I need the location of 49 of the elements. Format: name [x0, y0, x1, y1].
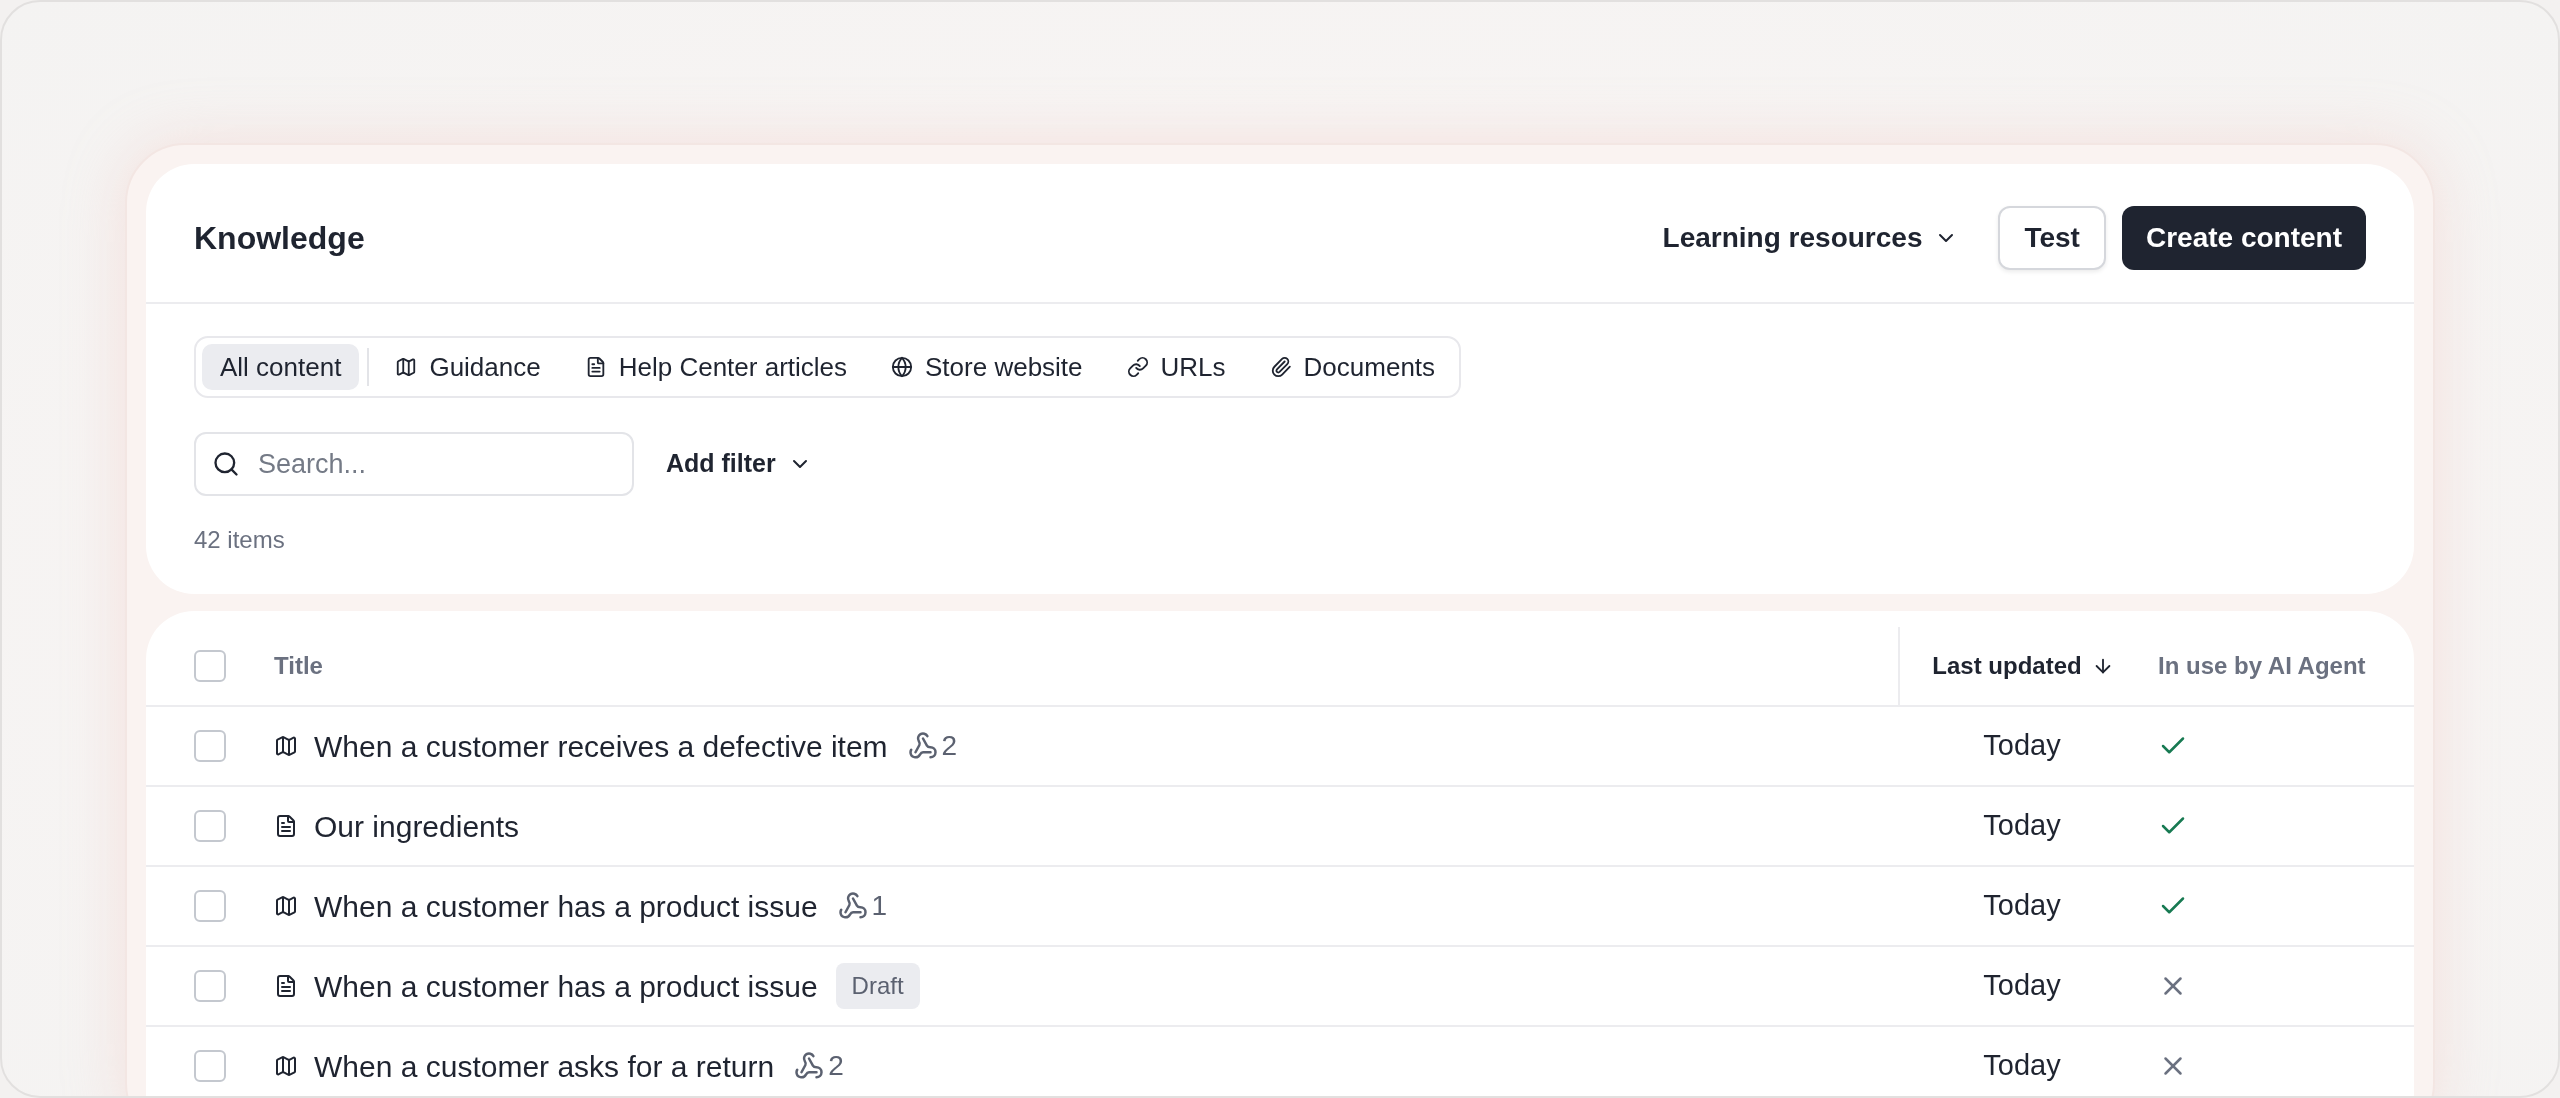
checkbox[interactable]: [194, 650, 226, 682]
updated-date: Today: [1983, 888, 2061, 924]
content-tab[interactable]: Store website: [873, 344, 1101, 390]
create-button[interactable]: Create content: [2121, 206, 2366, 270]
paperclip-icon: [1269, 356, 1292, 378]
document-icon: [274, 814, 298, 838]
updated-date: Today: [1983, 968, 2061, 1004]
checkbox[interactable]: [194, 1050, 226, 1082]
checkbox[interactable]: [194, 730, 226, 762]
map-icon: [274, 734, 298, 758]
resources-dropdown[interactable]: Learning resources: [1662, 217, 1959, 259]
webhook-icon: [794, 1051, 825, 1081]
row-title[interactable]: When a customer has a product issue: [314, 883, 818, 929]
globe-icon: [891, 356, 914, 378]
link-count: 2: [828, 1049, 844, 1083]
test-button[interactable]: Test: [1998, 206, 2106, 270]
document-icon: [274, 974, 298, 998]
status-badge: Draft: [835, 963, 920, 1009]
content-tab[interactable]: Documents: [1251, 344, 1454, 390]
map-icon: [274, 1054, 298, 1078]
row-title[interactable]: When a customer receives a defective item: [314, 723, 888, 769]
row-title[interactable]: When a customer asks for a return: [314, 1043, 775, 1089]
column-header[interactable]: Title: [274, 648, 323, 684]
page-title: Knowledge: [194, 219, 366, 258]
column-header[interactable]: In use by AI Agent: [2158, 648, 2366, 684]
row-title[interactable]: When a customer has a product issue: [314, 963, 818, 1009]
content-tab[interactable]: Help Center articles: [566, 344, 866, 390]
updated-date: Today: [1983, 728, 2061, 764]
map-icon: [274, 894, 298, 918]
updated-date: Today: [1983, 808, 2061, 844]
search-icon: [212, 450, 240, 478]
link-count: 1: [871, 889, 888, 923]
add-filter-button[interactable]: Add filter: [666, 445, 812, 483]
search-field[interactable]: Search...: [194, 432, 634, 496]
checkbox[interactable]: [194, 810, 226, 842]
content-tab[interactable]: URLs: [1108, 344, 1244, 390]
updated-date: Today: [1983, 1048, 2061, 1084]
webhook-icon: [837, 891, 868, 921]
column-header[interactable]: Last updated: [1932, 648, 2114, 684]
item-count: 42 items: [194, 525, 286, 555]
link-count: 2: [941, 729, 958, 763]
checkbox[interactable]: [194, 970, 226, 1002]
row-title[interactable]: Our ingredients: [314, 803, 520, 849]
checkbox[interactable]: [194, 890, 226, 922]
content-tab[interactable]: Guidance: [377, 344, 559, 390]
content-tab[interactable]: All content: [202, 344, 360, 390]
webhook-icon: [907, 731, 938, 761]
map-icon: [395, 356, 418, 378]
link-icon: [1126, 356, 1149, 378]
